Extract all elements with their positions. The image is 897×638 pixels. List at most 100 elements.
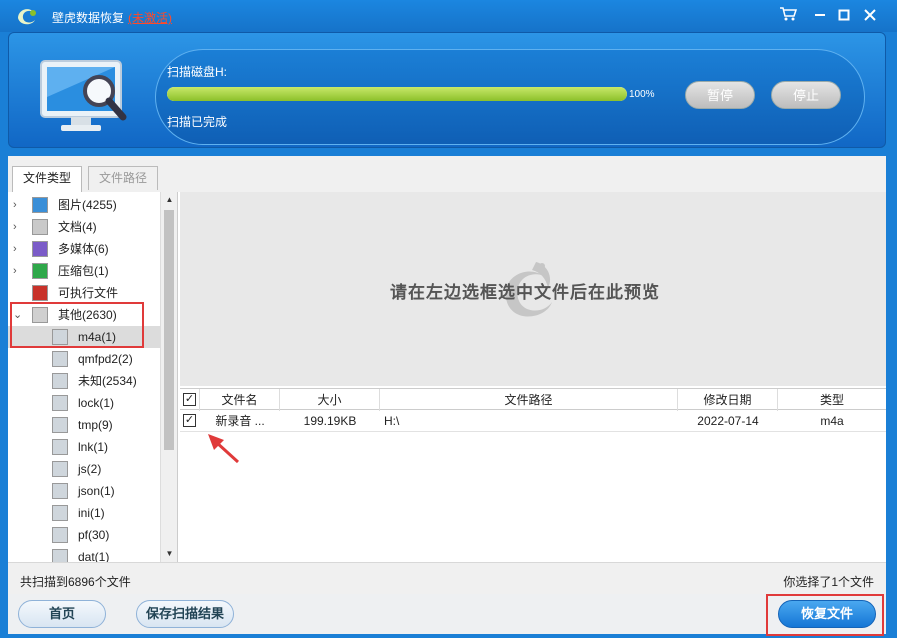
preview-hint: 请在左边选框选中文件后在此预览 [390,283,660,303]
tree-item[interactable]: lock(1) [8,392,160,414]
file-icon [52,439,68,455]
selection-count-text: 你选择了1个文件 [783,575,874,589]
tree-item[interactable]: 可执行文件 [8,282,160,304]
tree-item-label: 未知(2534) [78,374,137,388]
tree-item[interactable]: › 多媒体(6) [8,238,160,260]
music-icon [32,241,48,257]
tree-item-label: js(2) [78,462,102,476]
pause-button[interactable]: 暂停 [685,81,755,109]
close-icon[interactable] [860,6,880,26]
maximize-icon[interactable] [834,6,854,26]
archive-icon [32,263,48,279]
tree-item-label: qmfpd2(2) [78,352,133,366]
file-path-cell: H:\ [384,414,400,428]
chevron-right-icon[interactable]: › [13,194,23,216]
file-table: ✓ 文件名 大小 文件路径 修改日期 类型 ✓ 新录音 ... 199.19KB… [180,388,886,562]
file-icon [52,461,68,477]
file-icon [52,417,68,433]
document-icon [32,219,48,235]
chevron-right-icon[interactable]: › [13,260,23,282]
preview-area: 请在左边选框选中文件后在此预览 [180,192,886,386]
tree-item-label: pf(30) [78,528,110,542]
status-bar: 共扫描到6896个文件 你选择了1个文件 [8,562,886,594]
tree-item-label: 压缩包(1) [58,264,109,278]
footer-bar: 首页 保存扫描结果 恢复文件 [8,594,886,634]
home-button[interactable]: 首页 [18,600,106,628]
tree-item[interactable]: qmfpd2(2) [8,348,160,370]
monitor-search-icon [40,60,127,131]
tree-item[interactable]: › 图片(4255) [8,194,160,216]
scan-progress-fill [167,87,627,101]
scan-target-label: 扫描磁盘H: [167,65,228,79]
main-panel: 文件类型 文件路径 › 图片(4255) › 文档(4) › 多媒体(6) › 压缩包(1) 可… [8,156,886,594]
file-type-tree: › 图片(4255) › 文档(4) › 多媒体(6) › 压缩包(1) 可执行文件 ⌄ 其他(26… [8,192,178,562]
tree-item-label: 可执行文件 [58,286,119,300]
tree-item-label: tmp(9) [78,418,113,432]
tree-item[interactable]: dat(1) [8,546,160,562]
tree-item-label: 文档(4) [58,220,97,234]
app-window: 壁虎数据恢复 (未激活) 扫描磁盘H: 100% 扫描已完成 暂停 停止 文件类… [0,0,897,638]
tree-item[interactable]: js(2) [8,458,160,480]
tree-scrollbar[interactable]: ▲ ▼ [160,192,177,562]
table-row[interactable]: ✓ 新录音 ... 199.19KB H:\ 2022-07-14 m4a [180,410,886,432]
app-title: 壁虎数据恢复 [52,11,125,25]
tree-item-label: lock(1) [78,396,115,410]
file-date-cell: 2022-07-14 [697,414,759,428]
file-icon [52,483,68,499]
scan-count-text: 共扫描到6896个文件 [20,575,131,589]
stop-button[interactable]: 停止 [771,81,841,109]
column-header-name[interactable]: 文件名 [200,389,280,411]
scroll-down-icon[interactable]: ▼ [161,546,177,562]
chevron-right-icon[interactable]: › [13,216,23,238]
scan-progress-bar [167,87,627,101]
column-header-path[interactable]: 文件路径 [380,389,678,411]
column-header-date[interactable]: 修改日期 [678,389,778,411]
cart-icon[interactable] [778,6,798,26]
scan-status-text: 扫描已完成 [167,115,228,129]
column-header-type[interactable]: 类型 [778,389,886,411]
tree-item-label: dat(1) [78,550,110,562]
scroll-up-icon[interactable]: ▲ [161,192,177,208]
gecko-logo-icon [18,9,36,25]
progress-percent: 100% [629,89,655,100]
tree-item[interactable]: json(1) [8,480,160,502]
annotation-highlight-recover [766,594,884,636]
tree-item[interactable]: ini(1) [8,502,160,524]
minimize-icon[interactable] [810,6,830,26]
file-icon [52,549,68,562]
image-icon [32,197,48,213]
tree-item-label: json(1) [78,484,115,498]
file-icon [52,527,68,543]
file-size-cell: 199.19KB [303,414,357,428]
row-checkbox[interactable]: ✓ [183,414,196,427]
column-header-size[interactable]: 大小 [280,389,380,411]
tree-item-label: ini(1) [78,506,105,520]
scan-header-panel: 扫描磁盘H: 100% 扫描已完成 暂停 停止 [8,32,886,148]
tree-item-label: 多媒体(6) [58,242,109,256]
tab-file-type[interactable]: 文件类型 [12,166,83,192]
file-icon [52,395,68,411]
tree-item[interactable]: pf(30) [8,524,160,546]
tree-item[interactable]: 未知(2534) [8,370,160,392]
tab-strip: 文件类型 文件路径 [8,156,886,192]
tree-item-label: lnk(1) [78,440,109,454]
chevron-right-icon[interactable]: › [13,238,23,260]
tree-item[interactable]: › 文档(4) [8,216,160,238]
title-bar: 壁虎数据恢复 (未激活) [0,0,897,32]
select-all-checkbox[interactable]: ✓ [183,393,196,406]
file-icon [52,373,68,389]
activation-status-link[interactable]: (未激活) [128,9,172,26]
annotation-highlight-tree [10,302,144,348]
save-scan-result-button[interactable]: 保存扫描结果 [136,600,234,628]
file-type-cell: m4a [820,414,844,428]
tree-item[interactable]: lnk(1) [8,436,160,458]
annotation-arrow-icon [208,434,240,464]
file-name-cell: 新录音 ... [215,414,265,428]
tree-item[interactable]: tmp(9) [8,414,160,436]
tab-file-path[interactable]: 文件路径 [88,166,159,190]
tree-item-label: 图片(4255) [58,198,117,212]
scrollbar-thumb[interactable] [164,210,174,450]
executable-icon [32,285,48,301]
file-icon [52,505,68,521]
tree-item[interactable]: › 压缩包(1) [8,260,160,282]
